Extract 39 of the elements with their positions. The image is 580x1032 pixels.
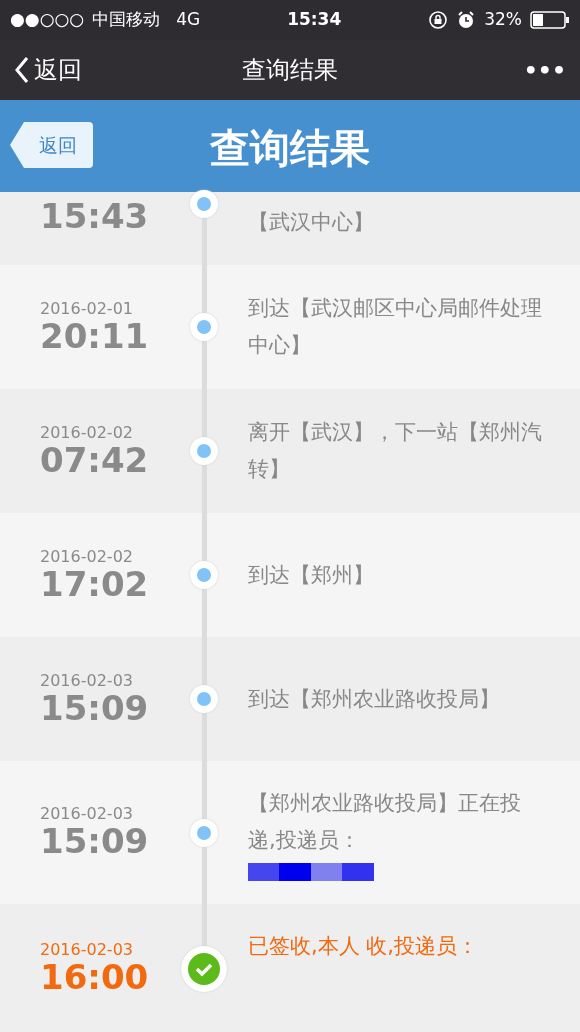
event-date: 2016-02-03: [40, 940, 134, 960]
timeline-dot: [190, 685, 218, 713]
timeline-dot: [190, 313, 218, 341]
timeline-dot: [190, 190, 218, 218]
event-description: 到达【郑州】: [248, 561, 375, 589]
event-time: 17:02: [40, 565, 150, 604]
battery-percent: 32%: [484, 8, 522, 32]
rotation-lock-icon: [428, 10, 449, 30]
event-time: 16:00: [40, 959, 150, 997]
back-chevron-icon: [14, 56, 30, 84]
timeline-dot: [190, 561, 218, 589]
page-heading: 查询结果: [210, 124, 370, 173]
timeline-dot: [190, 818, 218, 847]
event-description: 【郑州农业路收投局】正在投递,投递员：: [248, 789, 522, 854]
battery-icon: [530, 11, 570, 29]
event-time: 15:09: [40, 823, 150, 861]
page-title: 查询结果: [242, 55, 338, 86]
event-description: 已签收,本人 收,投递员：: [248, 933, 480, 960]
event-time: 20:11: [40, 317, 150, 356]
network-type: 4G: [176, 8, 201, 32]
event-time: 07:42: [40, 441, 150, 480]
event-date: 2016-02-03: [40, 670, 134, 690]
event-date: 2016-02-02: [40, 422, 134, 442]
event-time: 15:43: [40, 198, 150, 236]
event-time: 15:09: [40, 689, 150, 728]
clock: 15:34: [287, 8, 342, 32]
event-description: 离开【武汉】，下一站【郑州汽转】: [248, 419, 543, 483]
event-description: 到达【郑州农业路收投局】: [248, 685, 501, 713]
more-button[interactable]: •••: [523, 53, 566, 87]
delivered-check-icon: [181, 945, 227, 992]
back-button[interactable]: 返回: [14, 52, 82, 88]
event-date: 2016-02-02: [40, 546, 134, 566]
event-date: 2016-02-01: [40, 298, 134, 318]
signal-indicator: ●●○○○: [10, 8, 85, 32]
event-date: 2016-02-03: [40, 804, 134, 824]
event-description: 到达【武汉邮区中心局邮件处理中心】: [248, 295, 543, 359]
event-description: 【武汉中心】: [248, 209, 375, 236]
carrier-name: 中国移动: [92, 8, 161, 32]
timeline-dot: [190, 437, 218, 465]
